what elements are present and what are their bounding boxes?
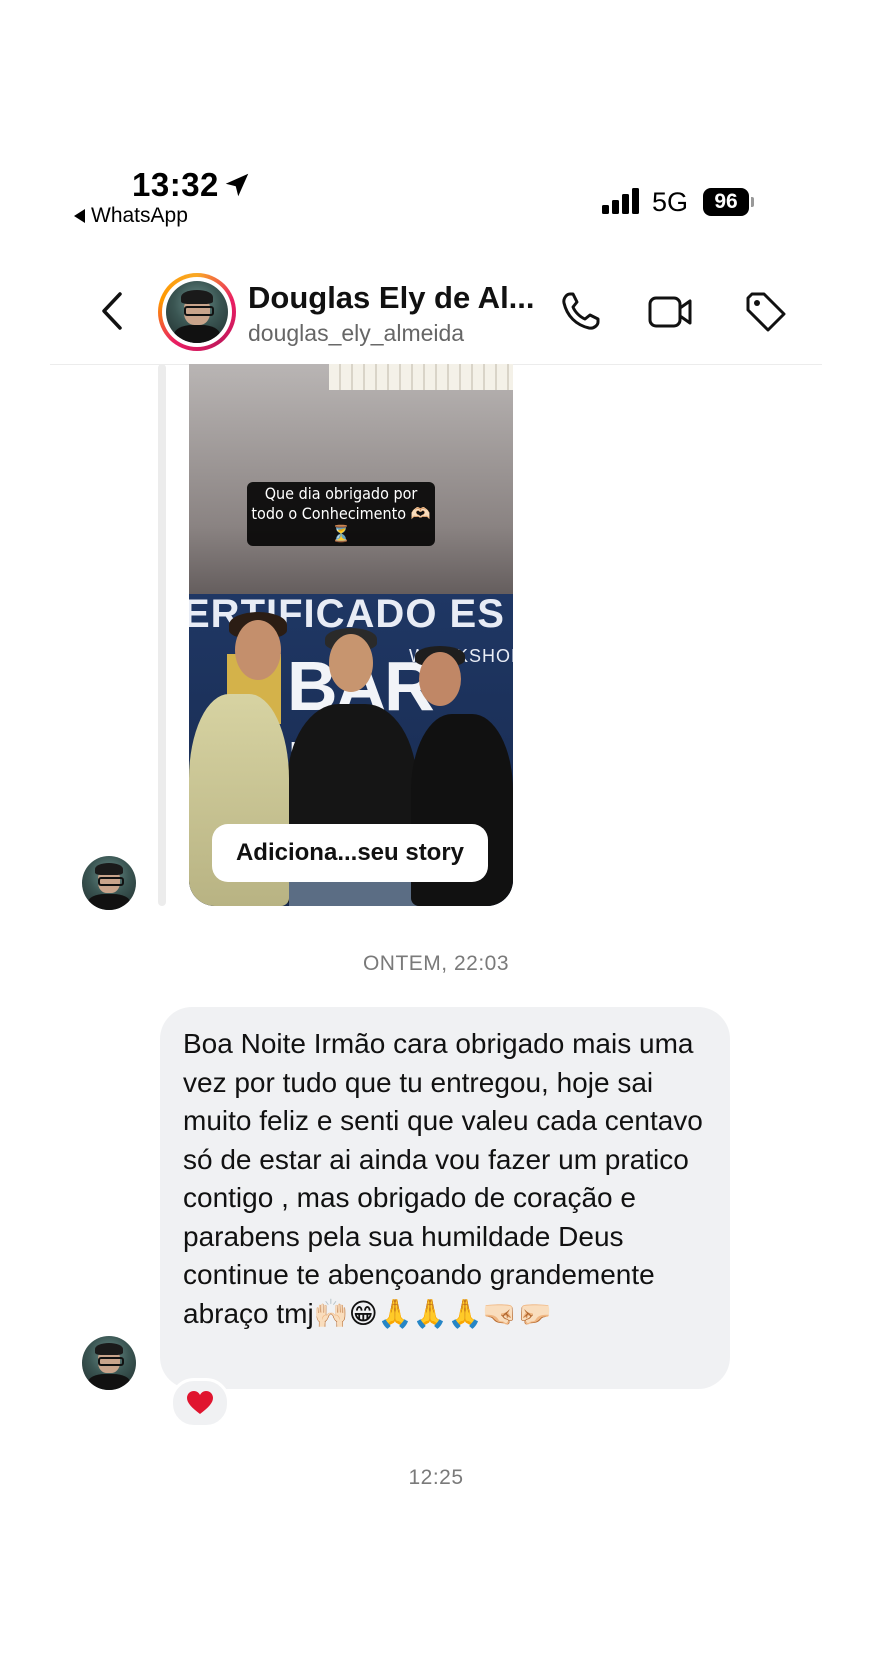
battery-indicator: 96 — [703, 188, 749, 216]
face-right — [419, 652, 461, 706]
face-left — [235, 620, 281, 680]
cellular-signal-icon — [602, 188, 639, 214]
status-time: 13:32 — [132, 166, 219, 203]
profile-avatar[interactable] — [158, 273, 236, 351]
add-to-story-button[interactable]: Adiciona...seu story — [212, 824, 488, 882]
network-type: 5G — [652, 187, 689, 217]
tag-icon[interactable] — [742, 288, 790, 336]
face-center — [329, 634, 373, 692]
story-preview[interactable]: ERTIFICADO ES WORKSHOP BAR BO Que dia ob… — [189, 364, 513, 906]
sender-avatar[interactable] — [82, 856, 136, 910]
heart-icon — [187, 1391, 213, 1414]
story-caption: Que dia obrigado por todo o Conhecimento… — [247, 482, 435, 546]
contact-username[interactable]: douglas_ely_almeida — [248, 320, 464, 347]
message-timestamp: 12:25 — [408, 1466, 464, 1489]
sender-avatar[interactable] — [82, 1336, 136, 1390]
message-timestamp: ONTEM, 22:03 — [362, 952, 510, 975]
location-arrow-icon — [225, 173, 249, 197]
video-call-icon[interactable] — [646, 288, 694, 336]
contact-name[interactable]: Douglas Ely de Al... — [248, 280, 535, 316]
avatar-photo — [166, 281, 228, 343]
message-bubble[interactable]: Boa Noite Irmão cara obrigado mais uma v… — [160, 1007, 730, 1389]
battery-tip — [751, 197, 754, 207]
back-app-label: WhatsApp — [91, 204, 188, 227]
back-triangle-icon — [74, 209, 85, 223]
message-text: Boa Noite Irmão cara obrigado mais uma v… — [183, 1028, 703, 1329]
ceiling-light — [329, 364, 513, 390]
reply-indicator-bar — [158, 364, 166, 906]
back-to-app-link[interactable]: WhatsApp — [74, 204, 188, 228]
heart-reaction[interactable] — [170, 1378, 230, 1428]
phone-icon[interactable] — [556, 288, 604, 336]
back-chevron-icon[interactable] — [96, 288, 130, 334]
